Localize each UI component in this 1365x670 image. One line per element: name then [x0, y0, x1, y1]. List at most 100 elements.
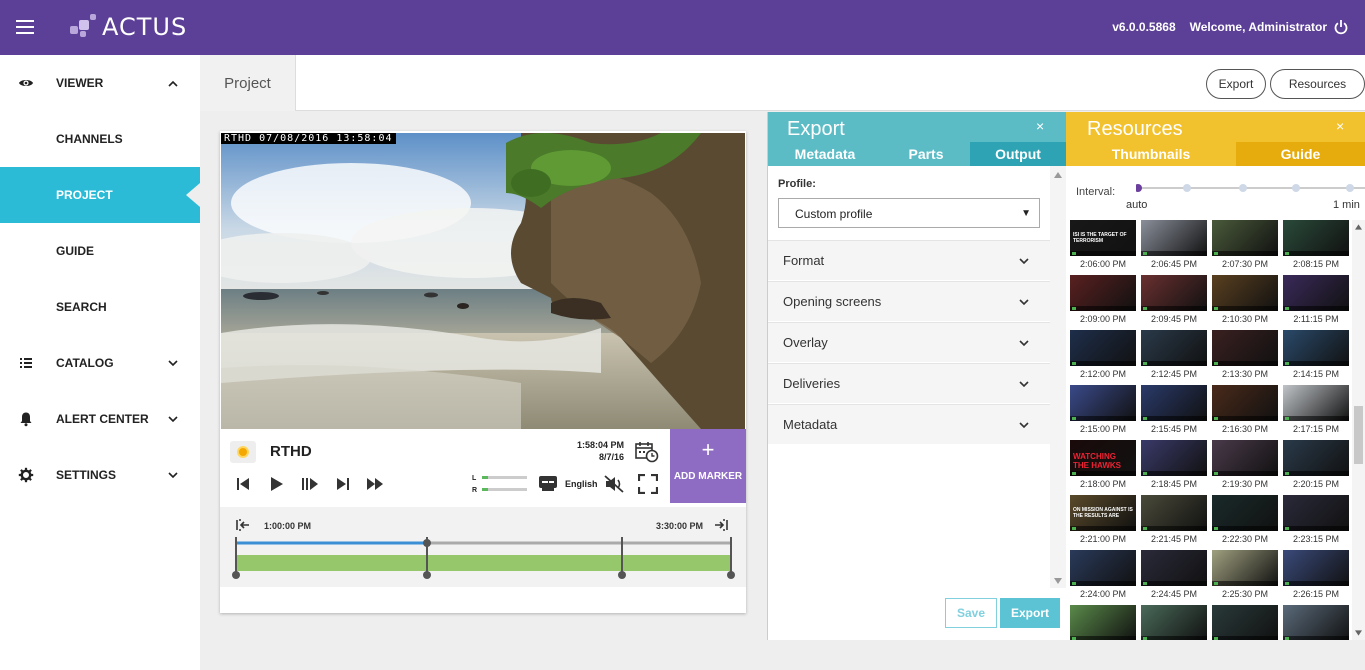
- thumbnail[interactable]: [1070, 550, 1136, 586]
- go-to-end-icon[interactable]: [714, 519, 728, 531]
- mute-icon[interactable]: [604, 475, 624, 493]
- tab-metadata[interactable]: Metadata: [768, 142, 882, 166]
- thumbnail[interactable]: [1212, 220, 1278, 256]
- thumbnail[interactable]: [1283, 440, 1349, 476]
- sidebar-item-label: VIEWER: [56, 76, 104, 90]
- thumbnail[interactable]: [1283, 275, 1349, 311]
- tab-project[interactable]: Project: [200, 55, 296, 111]
- hamburger-menu-icon[interactable]: [16, 20, 34, 34]
- audio-left-bar: [482, 476, 527, 479]
- thumbnail[interactable]: [1212, 495, 1278, 531]
- section-label: Deliveries: [783, 376, 841, 391]
- thumbnail[interactable]: [1141, 495, 1207, 531]
- save-button[interactable]: Save: [945, 598, 997, 628]
- timeline-start-time: 1:00:00 PM: [264, 521, 312, 531]
- actus-logo: ACTUS: [70, 13, 187, 41]
- tab-output[interactable]: Output: [970, 142, 1066, 166]
- sidebar-item-project[interactable]: PROJECT: [0, 167, 200, 223]
- thumbnail[interactable]: [1141, 605, 1207, 640]
- fullscreen-icon[interactable]: [638, 474, 658, 494]
- sidebar-item-alert-center[interactable]: ALERT CENTER: [0, 391, 200, 447]
- thumbnail-time: 2:18:45 PM: [1150, 479, 1198, 489]
- scroll-up-icon[interactable]: [1054, 172, 1062, 178]
- export-panel-title: Export: [787, 118, 845, 140]
- thumbnail[interactable]: [1070, 275, 1136, 311]
- sidebar-item-guide[interactable]: GUIDE: [0, 223, 200, 279]
- thumbnail[interactable]: [1070, 330, 1136, 366]
- sidebar-item-search[interactable]: SEARCH: [0, 279, 200, 335]
- thumbnail-time: 2:19:30 PM: [1221, 479, 1269, 489]
- scroll-down-icon[interactable]: [1054, 578, 1062, 584]
- interval-slider[interactable]: [1136, 184, 1365, 198]
- logo-mark-icon: [70, 14, 100, 40]
- thumbnail[interactable]: [1283, 385, 1349, 421]
- thumbnail[interactable]: [1212, 440, 1278, 476]
- thumbnail-time: 2:08:15 PM: [1292, 259, 1340, 269]
- chevron-down-icon: [168, 472, 178, 479]
- section-metadata[interactable]: Metadata: [768, 404, 1050, 444]
- page-header: Project Export Resources: [200, 55, 1365, 111]
- step-frame-icon[interactable]: [302, 477, 318, 491]
- export-button[interactable]: Export: [1000, 598, 1060, 628]
- export-scrollbar[interactable]: [1050, 166, 1066, 588]
- sidebar-item-viewer[interactable]: VIEWER: [0, 55, 200, 111]
- video-frame[interactable]: RTHD 07/08/2016 13:58:04: [221, 133, 745, 429]
- thumbnail[interactable]: [1212, 330, 1278, 366]
- scroll-thumb[interactable]: [1354, 406, 1363, 464]
- thumbnail[interactable]: [1141, 330, 1207, 366]
- fast-forward-icon[interactable]: [366, 477, 384, 491]
- sidebar-item-settings[interactable]: SETTINGS: [0, 447, 200, 503]
- section-deliveries[interactable]: Deliveries: [768, 363, 1050, 403]
- thumbnail-time: 2:15:00 PM: [1079, 424, 1127, 434]
- resources-panel: Resources × Thumbnails Guide Interval: a…: [1066, 112, 1365, 640]
- thumbnail[interactable]: [1212, 605, 1278, 640]
- thumbnail[interactable]: [1070, 385, 1136, 421]
- calendar-clock-icon[interactable]: [635, 441, 659, 463]
- video-scene-image: [221, 133, 745, 429]
- language-label[interactable]: English: [565, 479, 598, 489]
- thumbnail[interactable]: WATCHING THE HAWKS: [1070, 440, 1136, 476]
- sidebar-item-catalog[interactable]: CATALOG: [0, 335, 200, 391]
- thumbnails-scrollbar[interactable]: [1352, 220, 1365, 640]
- power-icon[interactable]: [1333, 19, 1349, 35]
- section-overlay[interactable]: Overlay: [768, 322, 1050, 362]
- thumbnail[interactable]: [1212, 385, 1278, 421]
- resources-panel-title: Resources: [1087, 118, 1183, 140]
- go-to-start-icon[interactable]: [236, 519, 250, 531]
- close-icon[interactable]: ×: [1036, 118, 1044, 134]
- thumbnail[interactable]: [1141, 550, 1207, 586]
- section-opening-screens[interactable]: Opening screens: [768, 281, 1050, 321]
- add-marker-button[interactable]: + ADD MARKER: [670, 429, 746, 503]
- skip-to-start-icon[interactable]: [236, 477, 250, 491]
- scroll-down-icon[interactable]: [1355, 630, 1362, 636]
- skip-to-end-icon[interactable]: [336, 477, 350, 491]
- thumbnail[interactable]: [1141, 440, 1207, 476]
- sidebar-item-channels[interactable]: CHANNELS: [0, 111, 200, 167]
- thumbnail[interactable]: [1212, 550, 1278, 586]
- thumbnail[interactable]: [1212, 275, 1278, 311]
- thumbnail-time: 2:24:45 PM: [1150, 589, 1198, 599]
- thumbnail[interactable]: [1141, 385, 1207, 421]
- thumbnail[interactable]: [1283, 220, 1349, 256]
- scroll-up-icon[interactable]: [1355, 224, 1362, 230]
- thumbnail[interactable]: [1141, 275, 1207, 311]
- thumbnail[interactable]: ISI IS THE TARGET OF TERRORISM: [1070, 220, 1136, 256]
- thumbnail[interactable]: ON MISSION AGAINST IS THE RESULTS ARE: [1070, 495, 1136, 531]
- export-toggle-button[interactable]: Export: [1206, 69, 1266, 99]
- profile-select[interactable]: Custom profile ▼: [778, 198, 1040, 228]
- tab-guide[interactable]: Guide: [1236, 142, 1365, 166]
- thumbnail[interactable]: [1283, 550, 1349, 586]
- timeline-track[interactable]: [220, 535, 746, 579]
- close-icon[interactable]: ×: [1336, 118, 1344, 134]
- tab-parts[interactable]: Parts: [882, 142, 970, 166]
- thumbnail[interactable]: [1283, 495, 1349, 531]
- thumbnail[interactable]: [1283, 605, 1349, 640]
- play-icon[interactable]: [270, 476, 284, 492]
- section-format[interactable]: Format: [768, 240, 1050, 280]
- subtitles-icon[interactable]: [538, 474, 558, 492]
- resources-toggle-button[interactable]: Resources: [1270, 69, 1365, 99]
- thumbnail[interactable]: [1070, 605, 1136, 640]
- tab-thumbnails[interactable]: Thumbnails: [1066, 142, 1236, 166]
- thumbnail[interactable]: [1141, 220, 1207, 256]
- thumbnail[interactable]: [1283, 330, 1349, 366]
